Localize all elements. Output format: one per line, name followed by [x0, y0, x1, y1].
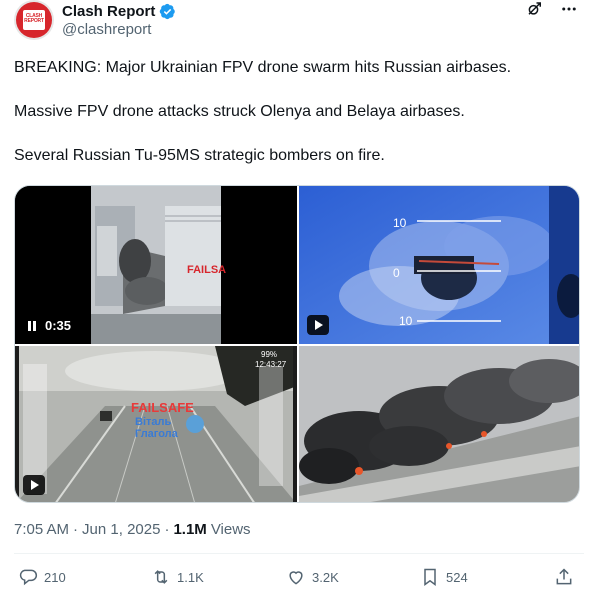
video-duration[interactable]: 0:35	[26, 318, 71, 333]
tweet-detail: CLASH REPORT Clash Report @clashreport B…	[0, 0, 598, 602]
failsafe-label: FAILSAFE	[131, 400, 194, 415]
hud-time-label: 12:43:27	[255, 360, 287, 369]
tweet-meta: 7:05 AM · Jun 1, 2025 · 1.1M Views	[14, 521, 251, 538]
pause-icon[interactable]	[26, 320, 38, 332]
views-label: Views	[210, 521, 251, 538]
photo-4-frame	[299, 346, 579, 502]
hud-top-label: 99%	[261, 350, 278, 359]
tweet-date[interactable]: Jun 1, 2025	[82, 521, 160, 538]
repost-icon	[154, 570, 168, 584]
reply-count: 210	[44, 569, 66, 585]
tweet-time[interactable]: 7:05 AM	[14, 521, 69, 538]
hud-label: 10	[393, 216, 407, 230]
video-thumbnail-3[interactable]: 99% 12:43:27 FAILSAFE Віталь Глагола	[15, 346, 297, 502]
views-count: 1.1M	[173, 521, 207, 538]
action-bar: 210 1.1K 3.2K 524	[14, 567, 584, 593]
header-actions	[526, 0, 578, 18]
handle[interactable]: @clashreport	[62, 21, 151, 38]
share-button[interactable]	[554, 567, 574, 587]
reply-button[interactable]: 210	[18, 567, 66, 587]
video-2-frame	[299, 186, 579, 344]
bookmark-icon	[424, 568, 436, 586]
meta-separator: ·	[73, 521, 79, 538]
image-thumbnail-4[interactable]	[299, 346, 579, 502]
display-name[interactable]: Clash Report	[62, 3, 155, 20]
repost-button[interactable]: 1.1K	[151, 567, 204, 587]
like-icon	[289, 571, 303, 585]
verified-badge-icon	[160, 3, 176, 19]
bookmark-count: 524	[446, 569, 468, 585]
video-thumbnail-2[interactable]: 10 0 10	[299, 186, 579, 344]
tweet-paragraph: Massive FPV drone attacks struck Olenya …	[14, 103, 465, 120]
hud-label: 10	[399, 314, 413, 328]
play-icon[interactable]	[307, 315, 329, 335]
caption-line: Глагола	[135, 428, 178, 440]
tweet-paragraph: BREAKING: Major Ukrainian FPV drone swar…	[14, 59, 512, 76]
media-grid: FAILSA 0:35 10 0 10 99% 12:43:27 FAILSAF…	[14, 185, 580, 503]
play-icon[interactable]	[23, 475, 45, 495]
reply-icon	[19, 569, 38, 586]
share-icon	[556, 568, 572, 585]
like-count: 3.2K	[312, 569, 339, 585]
hud-label: 0	[393, 266, 400, 280]
tweet-header: CLASH REPORT Clash Report @clashreport	[14, 0, 584, 44]
name-row: Clash Report	[62, 1, 176, 21]
video-thumbnail-1[interactable]: FAILSA 0:35	[15, 186, 297, 344]
video-1-overlay-text: FAILSA	[187, 264, 227, 276]
grok-icon[interactable]	[526, 0, 544, 18]
divider	[14, 553, 584, 554]
avatar-logo-text: CLASH REPORT	[24, 13, 44, 24]
avatar[interactable]: CLASH REPORT	[14, 0, 54, 40]
tweet-paragraph: Several Russian Tu-95MS strategic bomber…	[14, 147, 385, 164]
tweet-text: BREAKING: Major Ukrainian FPV drone swar…	[14, 57, 584, 189]
more-icon[interactable]	[560, 0, 578, 18]
caption-line: Віталь	[135, 416, 172, 428]
repost-count: 1.1K	[177, 569, 204, 585]
duration-label: 0:35	[45, 318, 72, 333]
meta-separator: ·	[164, 521, 170, 538]
like-button[interactable]: 3.2K	[286, 567, 339, 587]
bookmark-button[interactable]: 524	[420, 567, 468, 587]
